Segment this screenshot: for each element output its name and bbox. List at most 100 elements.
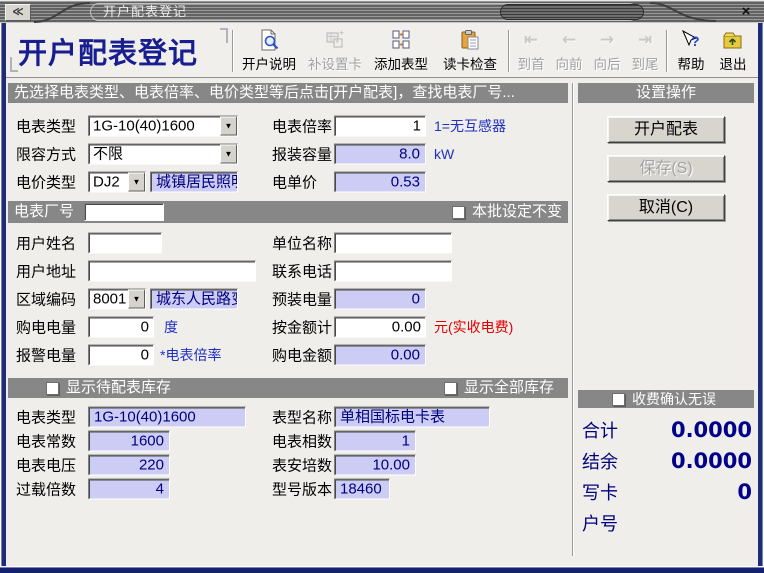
org-name-input[interactable] <box>334 233 452 254</box>
exit-button[interactable]: 退出 <box>712 27 754 75</box>
go-last-button: ⇥ 到尾 <box>626 27 664 75</box>
meter-phases-field: 1 <box>334 431 416 452</box>
by-amount-input[interactable] <box>334 317 426 338</box>
toolbar-separator <box>508 30 510 72</box>
cancel-button[interactable]: 取消(C) <box>607 194 725 221</box>
document-magnifier-icon <box>258 29 280 52</box>
inventory-row: 电表常数 1600 电表相数 1 <box>8 429 568 453</box>
account-number-row: 户号 <box>582 507 752 538</box>
preset-energy-label: 预装电量 <box>272 289 332 310</box>
batch-unchanged-label: 本批设定不变 <box>472 202 562 222</box>
ratio-hint-text: 1=无互感器 <box>434 116 506 136</box>
instruction-bar: 先选择电表类型、电表倍率、电价类型等后点击[开户配表]，查找电表厂号... <box>8 83 568 103</box>
model-version-field: 18460 <box>334 479 390 500</box>
user-address-input[interactable] <box>88 261 256 282</box>
add-documents-icon <box>390 29 412 52</box>
help-button[interactable]: ? 帮助 <box>670 27 712 75</box>
svg-text:+: + <box>339 29 344 38</box>
dropdown-arrow-icon[interactable]: ▼ <box>128 173 145 192</box>
toolbar-button-label: 读卡检查 <box>443 53 497 73</box>
dropdown-arrow-icon[interactable]: ▼ <box>220 117 237 136</box>
toolbar-separator <box>232 30 234 72</box>
dropdown-arrow-icon[interactable]: ▼ <box>128 290 145 309</box>
model-version-label: 型号版本 <box>272 479 332 500</box>
total-label: 合计 <box>582 417 618 443</box>
go-first-button: ⇤ 到首 <box>512 27 550 75</box>
toolbar-button-label: 补设置卡 <box>308 53 362 73</box>
arrow-first-icon: ⇤ <box>524 29 538 52</box>
area-code-dropdown[interactable]: 8001 ▼ <box>88 289 146 310</box>
dropdown-arrow-icon[interactable]: ▼ <box>220 145 237 164</box>
form-row: 电价类型 DJ2 ▼ 城镇居民照明 电单价 0.53 <box>8 168 568 196</box>
installed-capacity-label: 报装容量 <box>272 144 332 165</box>
write-card-value: 0 <box>737 480 752 504</box>
action-panel-header: 设置操作 <box>578 83 754 103</box>
overload-field: 4 <box>88 479 170 500</box>
batch-unchanged-checkbox[interactable] <box>452 206 465 219</box>
titlebar[interactable]: ≪ 开户配表登记 × <box>0 0 764 23</box>
factory-number-input[interactable] <box>84 203 164 221</box>
assign-meter-button[interactable]: 开户配表 <box>607 116 725 143</box>
toolbar-button-label: 开户说明 <box>242 53 296 73</box>
meter-ratio-label: 电表倍率 <box>272 116 332 137</box>
titlebar-curve-decoration <box>648 1 718 24</box>
balance-value: 0.0000 <box>671 449 752 473</box>
installed-capacity-field: 8.0 <box>334 144 426 165</box>
buy-amount-label: 购电金额 <box>272 345 332 366</box>
buy-energy-label: 购电电量 <box>16 317 76 338</box>
go-previous-button: ← 向前 <box>550 27 588 75</box>
by-amount-hint-text: 元(实收电费) <box>434 317 513 337</box>
unit-price-field: 0.53 <box>334 172 426 193</box>
inv-meter-type-label: 电表类型 <box>16 407 76 428</box>
add-meter-model-button[interactable]: 添加表型 <box>368 27 434 75</box>
toolbar-button-label: 退出 <box>720 53 747 73</box>
price-type-label: 电价类型 <box>16 172 76 193</box>
meter-type-label: 电表类型 <box>16 116 76 137</box>
titlebar-capsule-decoration <box>500 4 644 20</box>
form-row: 报警电量 *电表倍率 购电金额 0.00 <box>8 341 568 369</box>
alarm-hint-text: *电表倍率 <box>160 345 221 365</box>
model-name-label: 表型名称 <box>272 407 332 428</box>
system-menu-button[interactable]: ≪ <box>5 4 31 21</box>
close-button[interactable]: × <box>736 3 756 21</box>
form-row: 购电电量 度 按金额计 元(实收电费) <box>8 313 568 341</box>
show-all-inventory-checkbox[interactable] <box>444 382 457 395</box>
toolbar-button-label: 帮助 <box>678 53 705 73</box>
unit-price-label: 电单价 <box>272 172 317 193</box>
alarm-energy-input[interactable] <box>88 345 154 366</box>
open-account-info-button[interactable]: 开户说明 <box>236 27 302 75</box>
toolbar-button-label: 向后 <box>594 53 621 73</box>
fee-confirm-bar: 收费确认无误 <box>578 390 754 408</box>
totals-panel: 合计 0.0000 结余 0.0000 写卡 0 户号 <box>578 414 754 538</box>
user-name-input[interactable] <box>88 233 162 254</box>
price-type-dropdown[interactable]: DJ2 ▼ <box>88 172 146 193</box>
capacity-limit-dropdown[interactable]: 不限 ▼ <box>88 144 238 165</box>
supplement-card-button: +* 补设置卡 <box>302 27 368 75</box>
toolbar-button-label: 到首 <box>518 53 545 73</box>
toolbar-button-label: 向前 <box>556 53 583 73</box>
meter-voltage-field: 220 <box>88 455 170 476</box>
svg-text:*: * <box>336 38 340 48</box>
area-code-label: 区域编码 <box>16 289 76 310</box>
phone-input[interactable] <box>334 261 452 282</box>
total-value: 0.0000 <box>671 418 752 442</box>
alarm-energy-label: 报警电量 <box>16 345 76 366</box>
capacity-unit-text: kW <box>434 146 454 162</box>
buy-energy-input[interactable] <box>88 317 154 338</box>
read-card-check-button[interactable]: 读卡检查 <box>434 27 506 75</box>
panel-divider <box>572 83 574 556</box>
arrow-right-icon: → <box>600 29 614 52</box>
show-pending-inventory-checkbox[interactable] <box>46 382 59 395</box>
meter-ampere-label: 表安培数 <box>272 455 332 476</box>
toolbar: 开户配表登记 开户说明 +* 补设置卡 添加表型 读卡检查 <box>6 24 758 78</box>
balance-row: 结余 0.0000 <box>582 445 752 476</box>
price-type-description-field: 城镇居民照明 <box>150 172 238 193</box>
app-window: ≪ 开户配表登记 × 开户配表登记 开户说明 +* 补设置卡 <box>0 0 764 573</box>
meter-phases-label: 电表相数 <box>272 431 332 452</box>
meter-ratio-input[interactable] <box>334 116 426 137</box>
meter-type-dropdown[interactable]: 1G-10(40)1600 ▼ <box>88 116 238 137</box>
titlebar-curve-decoration <box>32 1 92 24</box>
settings-card-icon: +* <box>324 29 346 52</box>
form-row: 限容方式 不限 ▼ 报装容量 8.0 kW <box>8 140 568 168</box>
fee-confirm-checkbox[interactable] <box>612 393 625 406</box>
